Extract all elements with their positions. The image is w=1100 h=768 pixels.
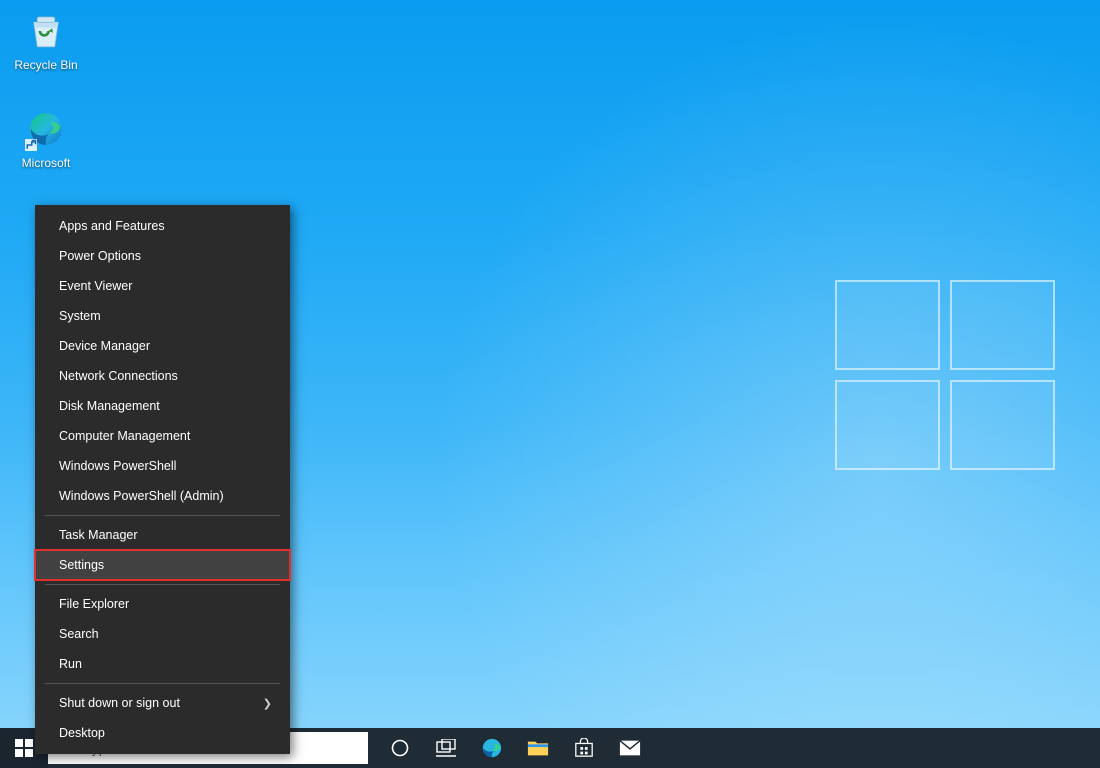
menu-item-label: Network Connections: [59, 369, 178, 383]
menu-item-label: Windows PowerShell (Admin): [59, 489, 224, 503]
task-view-icon[interactable]: [434, 736, 458, 760]
menu-item-label: Settings: [59, 558, 104, 572]
menu-item-label: Shut down or sign out: [59, 696, 180, 710]
menu-item-label: Desktop: [59, 726, 105, 740]
menu-item-label: Event Viewer: [59, 279, 132, 293]
menu-item-file-explorer[interactable]: File Explorer: [35, 589, 290, 619]
cortana-icon[interactable]: [388, 736, 412, 760]
menu-item-search[interactable]: Search: [35, 619, 290, 649]
menu-item-disk-management[interactable]: Disk Management: [35, 391, 290, 421]
winx-context-menu: Apps and Features Power Options Event View…: [35, 205, 290, 754]
edge-taskbar-icon[interactable]: [480, 736, 504, 760]
desktop-icon-label: Recycle Bin: [8, 58, 84, 72]
menu-item-task-manager[interactable]: Task Manager: [35, 520, 290, 550]
windows-logo-icon: [15, 739, 33, 757]
desktop[interactable]: Recycle Bin: [0, 0, 1100, 768]
menu-item-label: Apps and Features: [59, 219, 165, 233]
menu-item-apps-and-features[interactable]: Apps and Features: [35, 211, 290, 241]
menu-item-network-connections[interactable]: Network Connections: [35, 361, 290, 391]
menu-separator: [45, 683, 280, 684]
menu-item-windows-powershell-admin[interactable]: Windows PowerShell (Admin): [35, 481, 290, 511]
menu-item-system[interactable]: System: [35, 301, 290, 331]
mail-taskbar-icon[interactable]: [618, 736, 642, 760]
menu-item-label: Computer Management: [59, 429, 190, 443]
menu-separator: [45, 584, 280, 585]
menu-separator: [45, 515, 280, 516]
menu-item-computer-management[interactable]: Computer Management: [35, 421, 290, 451]
menu-item-label: System: [59, 309, 101, 323]
taskbar-pinned-apps: [388, 736, 642, 760]
desktop-icon-label: Microsoft: [8, 156, 84, 170]
menu-item-event-viewer[interactable]: Event Viewer: [35, 271, 290, 301]
menu-item-label: Disk Management: [59, 399, 160, 413]
desktop-icon-recycle-bin[interactable]: Recycle Bin: [8, 8, 84, 72]
wallpaper-windows-logo: [835, 280, 1060, 480]
menu-item-device-manager[interactable]: Device Manager: [35, 331, 290, 361]
chevron-right-icon: ❯: [263, 697, 272, 710]
edge-icon: [23, 106, 69, 152]
file-explorer-taskbar-icon[interactable]: [526, 736, 550, 760]
menu-item-shut-down-or-sign-out[interactable]: Shut down or sign out ❯: [35, 688, 290, 718]
menu-item-label: Search: [59, 627, 99, 641]
menu-item-label: File Explorer: [59, 597, 129, 611]
menu-item-label: Run: [59, 657, 82, 671]
menu-item-settings[interactable]: Settings: [35, 550, 290, 580]
menu-item-label: Device Manager: [59, 339, 150, 353]
desktop-icon-microsoft-edge[interactable]: Microsoft: [8, 106, 84, 170]
menu-item-label: Power Options: [59, 249, 141, 263]
menu-item-label: Windows PowerShell: [59, 459, 176, 473]
recycle-bin-icon: [23, 8, 69, 54]
microsoft-store-taskbar-icon[interactable]: [572, 736, 596, 760]
menu-item-label: Task Manager: [59, 528, 138, 542]
menu-item-desktop[interactable]: Desktop: [35, 718, 290, 748]
menu-item-windows-powershell[interactable]: Windows PowerShell: [35, 451, 290, 481]
menu-item-power-options[interactable]: Power Options: [35, 241, 290, 271]
menu-item-run[interactable]: Run: [35, 649, 290, 679]
